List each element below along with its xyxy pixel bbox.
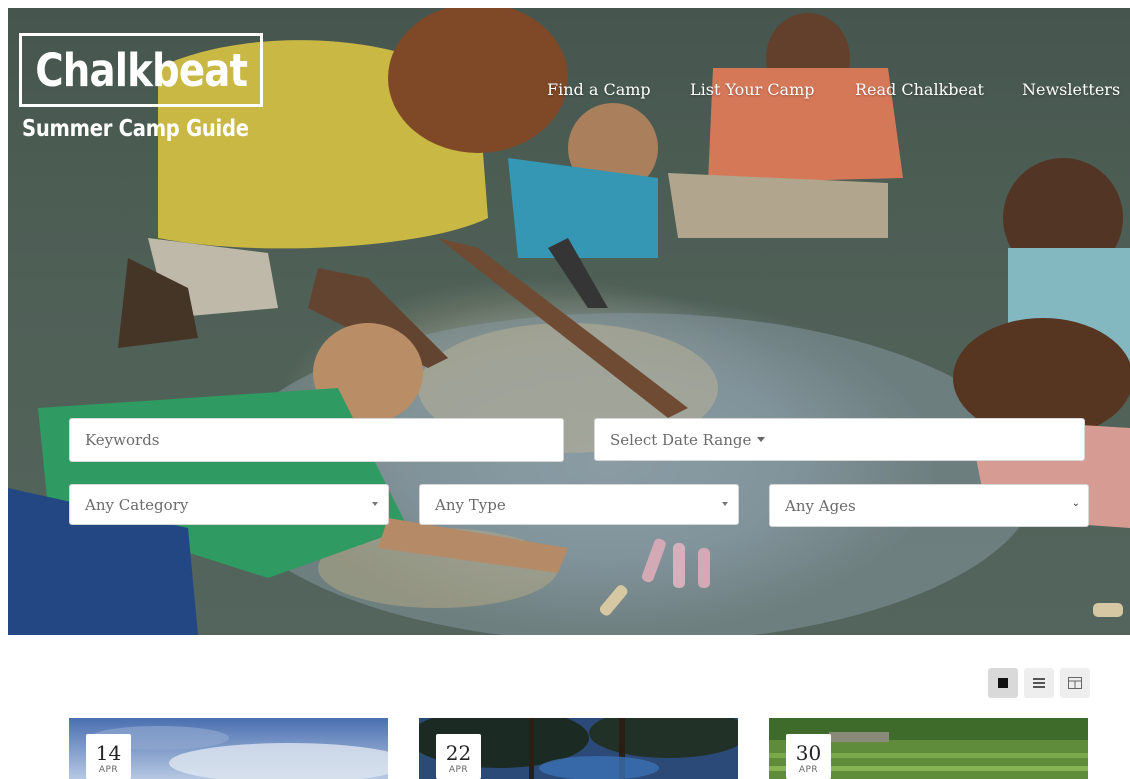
nav-find-a-camp[interactable]: Find a Camp xyxy=(547,80,651,99)
chevron-down-icon: ⌄ xyxy=(1071,498,1080,509)
date-month: APR xyxy=(98,765,119,775)
main-nav: Find a Camp List Your Camp Read Chalkbea… xyxy=(8,80,1130,110)
site-subtitle: Summer Camp Guide xyxy=(22,116,249,142)
category-selected-value: Any Category xyxy=(85,495,189,514)
date-day: 30 xyxy=(795,741,822,765)
list-view-icon xyxy=(1033,678,1045,688)
date-day: 22 xyxy=(445,741,472,765)
nav-newsletters[interactable]: Newsletters xyxy=(1022,80,1120,99)
hero-banner: Chalkbeat Summer Camp Guide Find a Camp … xyxy=(8,8,1130,635)
date-badge: 30 APR xyxy=(786,734,831,779)
type-selected-value: Any Type xyxy=(435,495,506,514)
event-card[interactable]: 14 APR xyxy=(69,718,388,779)
date-day: 14 xyxy=(95,741,122,765)
keywords-input[interactable] xyxy=(69,418,564,462)
event-card[interactable]: 30 APR xyxy=(769,718,1088,779)
type-select[interactable]: Any Type xyxy=(419,484,739,525)
caret-down-icon xyxy=(757,437,766,442)
nav-read-chalkbeat[interactable]: Read Chalkbeat xyxy=(855,80,984,99)
date-badge: 14 APR xyxy=(86,734,131,779)
date-badge: 22 APR xyxy=(436,734,481,779)
date-range-picker[interactable]: Select Date Range xyxy=(594,418,1085,461)
grid-view-button[interactable] xyxy=(988,668,1018,698)
ages-select[interactable]: Any Ages ⌄ xyxy=(769,484,1089,527)
date-range-label: Select Date Range xyxy=(610,430,752,449)
calendar-view-button[interactable] xyxy=(1060,668,1090,698)
event-card[interactable]: 22 APR xyxy=(419,718,738,779)
category-select[interactable]: Any Category xyxy=(69,484,389,525)
grid-view-icon xyxy=(998,678,1008,688)
calendar-view-icon xyxy=(1068,677,1082,689)
date-month: APR xyxy=(448,765,469,775)
date-month: APR xyxy=(798,765,819,775)
list-view-button[interactable] xyxy=(1024,668,1054,698)
nav-list-your-camp[interactable]: List Your Camp xyxy=(690,80,815,99)
caret-down-icon xyxy=(722,501,728,506)
ages-selected-value: Any Ages xyxy=(785,496,856,515)
caret-down-icon xyxy=(372,501,378,506)
